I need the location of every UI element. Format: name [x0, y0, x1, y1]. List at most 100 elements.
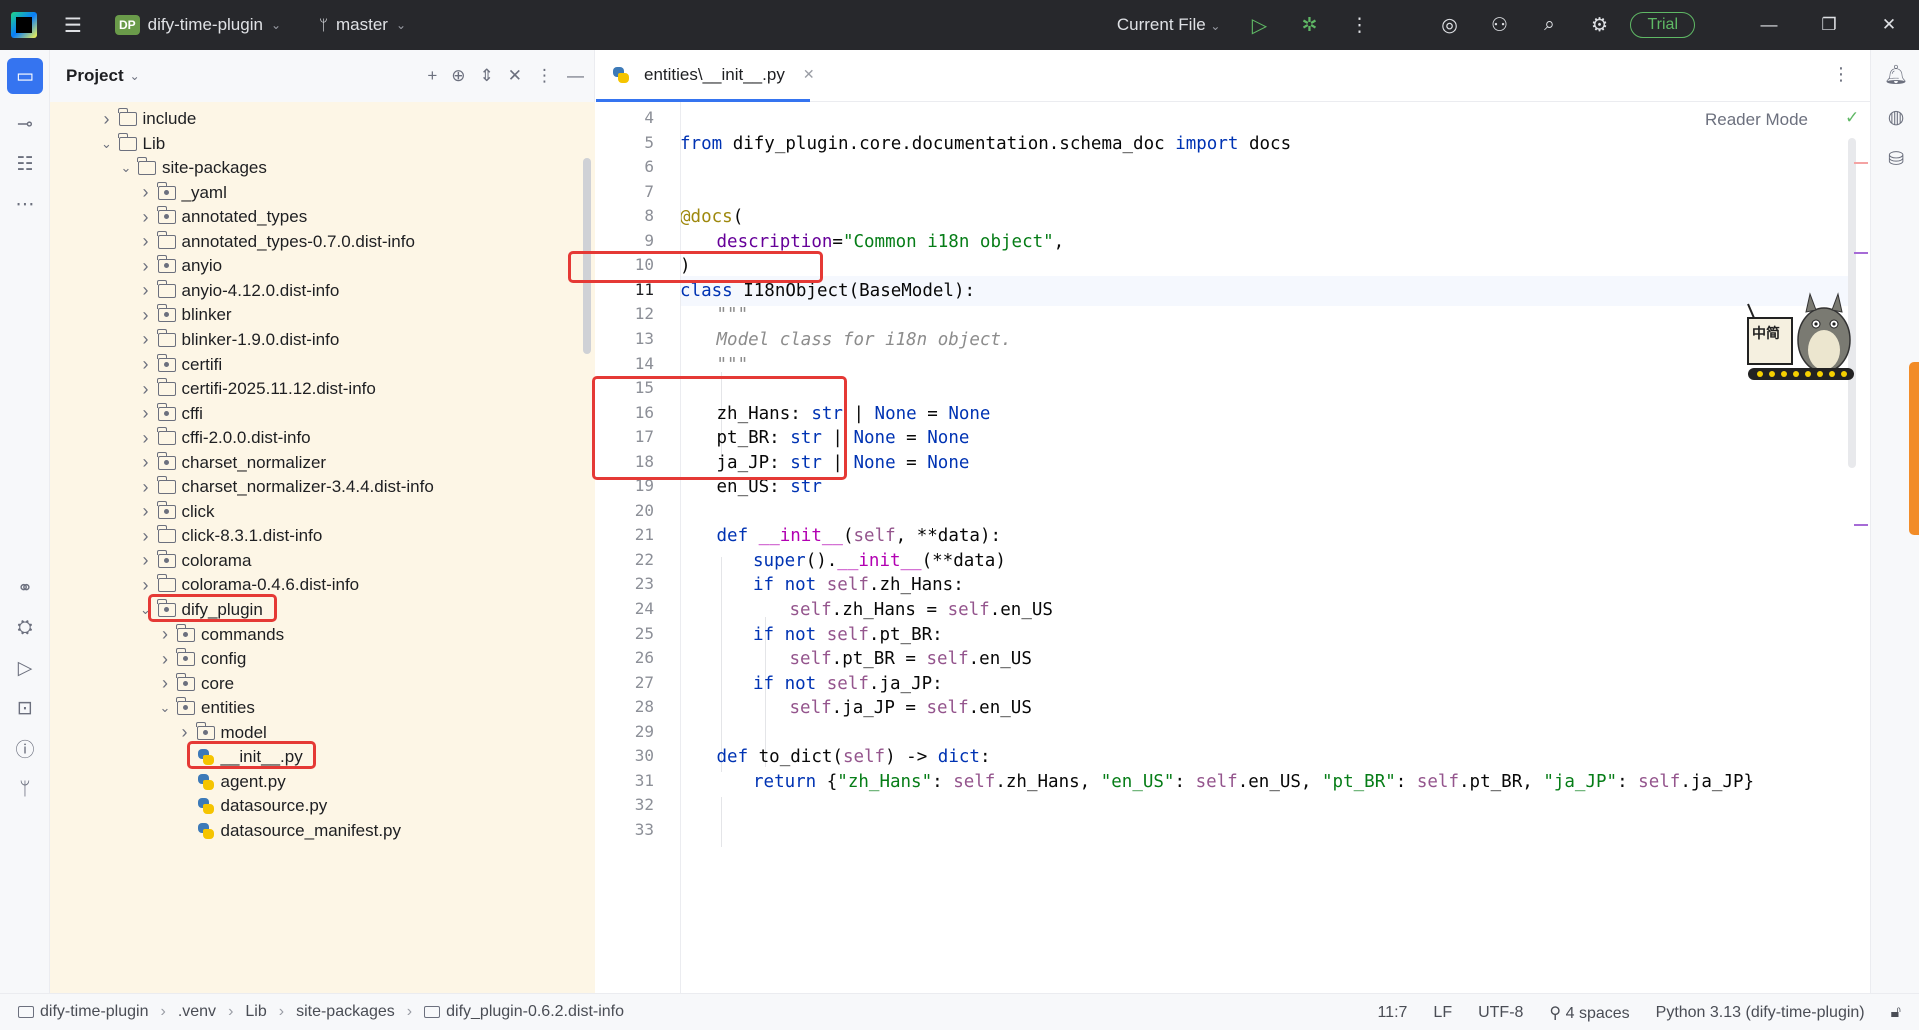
- debug-icon[interactable]: ✲: [1296, 12, 1322, 38]
- gear-icon[interactable]: ⚙: [1586, 12, 1612, 38]
- code-line[interactable]: """: [717, 350, 749, 380]
- line-number[interactable]: 11: [604, 280, 654, 299]
- restore-icon[interactable]: ❐: [1799, 15, 1859, 35]
- line-number[interactable]: 22: [604, 550, 654, 569]
- commit-icon[interactable]: ⊸: [7, 106, 43, 142]
- hide-icon[interactable]: —: [567, 66, 584, 86]
- chevron-right-icon[interactable]: ›: [136, 501, 156, 522]
- line-number[interactable]: 29: [604, 722, 654, 741]
- code-line[interactable]: description="Common i18n object",: [717, 227, 1065, 257]
- line-number[interactable]: 16: [604, 403, 654, 422]
- more-vertical-icon[interactable]: ⋮: [1832, 64, 1850, 85]
- chevron-down-icon[interactable]: ⌄: [97, 136, 117, 152]
- branch-switcher[interactable]: ᛘ master ⌄: [319, 15, 406, 35]
- more-horizontal-icon[interactable]: ⋯: [7, 186, 43, 222]
- line-number[interactable]: 7: [604, 182, 654, 201]
- run-config-selector[interactable]: Current File ⌄: [1117, 15, 1221, 35]
- code-area[interactable]: from dify_plugin.core.documentation.sche…: [680, 102, 1850, 993]
- pycharm-logo-icon[interactable]: [11, 12, 37, 38]
- chevron-right-icon[interactable]: ›: [155, 624, 175, 645]
- project-switcher[interactable]: DP dify-time-plugin ⌄: [115, 15, 281, 35]
- chevron-right-icon[interactable]: ›: [155, 649, 175, 670]
- breadcrumb-item[interactable]: Lib: [245, 1003, 266, 1021]
- problems-icon[interactable]: ⓘ: [7, 730, 43, 766]
- notifications-icon[interactable]: 🔔︎: [1883, 62, 1909, 88]
- code-line[interactable]: en_US: str: [717, 472, 822, 502]
- line-number[interactable]: 8: [604, 206, 654, 225]
- code-line[interactable]: return {"zh_Hans": self.zh_Hans, "en_US"…: [753, 767, 1754, 797]
- search-icon[interactable]: ⌕: [1536, 12, 1562, 38]
- chevron-right-icon[interactable]: ›: [136, 526, 156, 547]
- line-number[interactable]: 4: [604, 108, 654, 127]
- breadcrumb-item[interactable]: dify-time-plugin: [40, 1003, 148, 1021]
- indent-setting[interactable]: ⚲ 4 spaces: [1549, 1003, 1629, 1023]
- tab-init-py[interactable]: entities\__init__.py ✕: [596, 50, 815, 102]
- options-icon[interactable]: ⋮: [536, 66, 553, 86]
- line-number[interactable]: 32: [604, 795, 654, 814]
- ai-assistant-icon[interactable]: ◎: [1436, 12, 1462, 38]
- chevron-down-icon[interactable]: ⌄: [136, 602, 156, 618]
- chevron-right-icon[interactable]: ›: [136, 207, 156, 228]
- chevron-right-icon[interactable]: ›: [136, 477, 156, 498]
- chevron-right-icon[interactable]: ›: [97, 109, 117, 130]
- chevron-right-icon[interactable]: ›: [136, 256, 156, 277]
- line-number[interactable]: 18: [604, 452, 654, 471]
- services-icon[interactable]: ⛭: [7, 610, 43, 646]
- code-line[interactable]: self.ja_JP = self.en_US: [790, 693, 1032, 723]
- git-icon[interactable]: ᛘ: [7, 772, 43, 808]
- chevron-right-icon[interactable]: ›: [155, 673, 175, 694]
- caret-position[interactable]: 11:7: [1377, 1004, 1407, 1022]
- line-number[interactable]: 17: [604, 427, 654, 446]
- chevron-right-icon[interactable]: ›: [136, 305, 156, 326]
- locate-icon[interactable]: ⊕: [451, 66, 465, 86]
- project-tool-icon[interactable]: ▭: [7, 58, 43, 94]
- line-number[interactable]: 23: [604, 574, 654, 593]
- chevron-right-icon[interactable]: ›: [136, 329, 156, 350]
- add-user-icon[interactable]: ⚇: [1486, 12, 1512, 38]
- chevron-right-icon[interactable]: ›: [136, 280, 156, 301]
- breadcrumb-item[interactable]: dify_plugin-0.6.2.dist-info: [446, 1003, 624, 1021]
- project-panel-title[interactable]: Project: [66, 66, 124, 86]
- main-menu-icon[interactable]: ☰: [61, 13, 85, 38]
- line-number[interactable]: 15: [604, 378, 654, 397]
- new-file-icon[interactable]: +: [427, 66, 437, 86]
- chevron-right-icon[interactable]: ›: [136, 428, 156, 449]
- collapse-all-icon[interactable]: ✕: [508, 66, 522, 86]
- close-icon[interactable]: ✕: [1859, 15, 1919, 35]
- close-tab-icon[interactable]: ✕: [803, 66, 815, 83]
- line-number[interactable]: 28: [604, 697, 654, 716]
- line-number[interactable]: 30: [604, 746, 654, 765]
- line-number[interactable]: 25: [604, 624, 654, 643]
- line-number[interactable]: 14: [604, 354, 654, 373]
- line-number[interactable]: 5: [604, 133, 654, 152]
- chevron-right-icon[interactable]: ›: [136, 354, 156, 375]
- python-packages-icon[interactable]: ⚭: [7, 570, 43, 606]
- line-number[interactable]: 27: [604, 673, 654, 692]
- chevron-right-icon[interactable]: ›: [136, 452, 156, 473]
- expand-all-icon[interactable]: ⇕: [480, 66, 494, 86]
- chevron-right-icon[interactable]: ›: [136, 231, 156, 252]
- run-tool-icon[interactable]: ▷: [7, 650, 43, 686]
- line-number[interactable]: 10: [604, 255, 654, 274]
- terminal-icon[interactable]: ⊡: [7, 690, 43, 726]
- chevron-right-icon[interactable]: ›: [136, 379, 156, 400]
- breadcrumb-item[interactable]: site-packages: [296, 1003, 395, 1021]
- lock-icon[interactable]: 🔓︎: [1891, 1004, 1901, 1022]
- tree-item[interactable]: datasource_manifest.py: [50, 816, 580, 846]
- line-number[interactable]: 19: [604, 476, 654, 495]
- chevron-right-icon[interactable]: ›: [136, 403, 156, 424]
- line-separator[interactable]: LF: [1433, 1004, 1452, 1022]
- more-vertical-icon[interactable]: ⋮: [1346, 12, 1372, 38]
- chevron-down-icon[interactable]: ⌄: [130, 69, 140, 83]
- line-number[interactable]: 33: [604, 820, 654, 839]
- file-encoding[interactable]: UTF-8: [1478, 1004, 1523, 1022]
- line-number[interactable]: 6: [604, 157, 654, 176]
- line-number[interactable]: 9: [604, 231, 654, 250]
- tree-scrollbar[interactable]: [583, 158, 591, 354]
- run-icon[interactable]: ▷: [1246, 12, 1272, 38]
- ai-chat-icon[interactable]: ◍: [1883, 104, 1909, 130]
- chevron-right-icon[interactable]: ›: [136, 550, 156, 571]
- chevron-right-icon[interactable]: ›: [136, 182, 156, 203]
- line-number[interactable]: 26: [604, 648, 654, 667]
- line-number[interactable]: 20: [604, 501, 654, 520]
